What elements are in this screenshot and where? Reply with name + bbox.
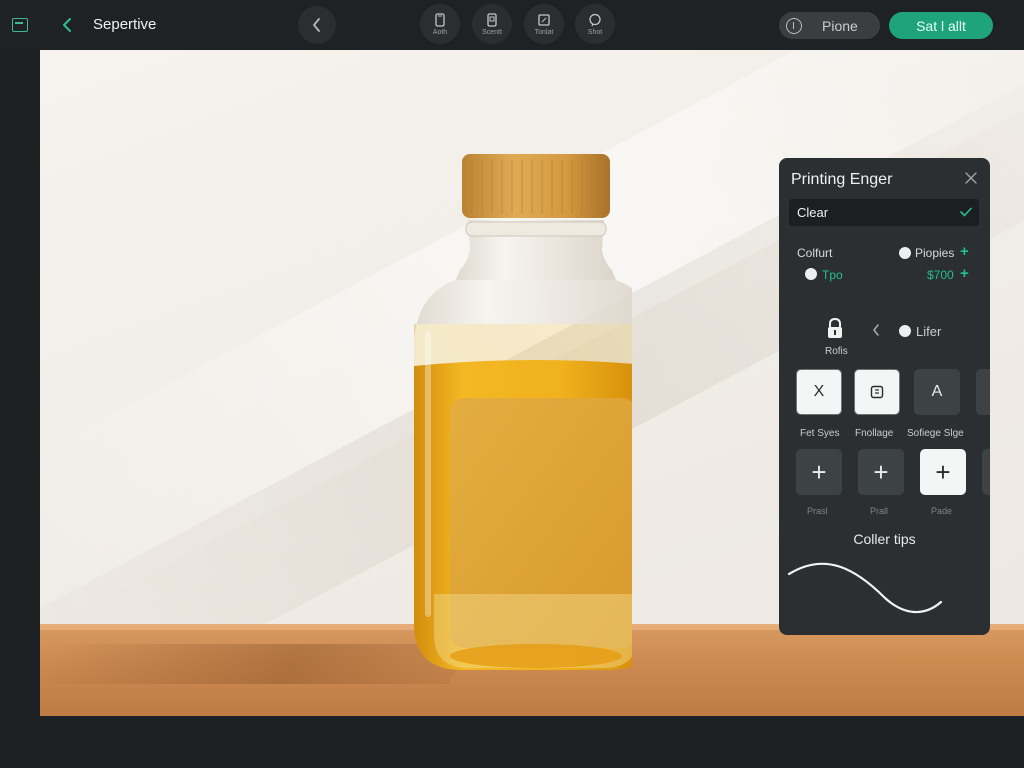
tile-glyph: A	[931, 383, 943, 400]
phone-icon	[435, 12, 445, 27]
tool-label: Aoth	[432, 28, 448, 36]
add-piopies-icon[interactable]: +	[960, 243, 969, 260]
plus-icon: +	[873, 456, 889, 487]
tile-label: Fnollage	[855, 428, 894, 439]
tile-sublabel: Pade	[931, 506, 953, 516]
tile-sofiege-slge[interactable]: A	[914, 369, 960, 415]
oil-bottle-image	[372, 154, 632, 674]
chevron-left-icon	[313, 18, 320, 32]
tile-overflow[interactable]	[976, 369, 990, 415]
radio-tpo[interactable]	[805, 268, 817, 280]
info-icon	[786, 17, 802, 34]
back-chevron-icon[interactable]	[60, 16, 76, 34]
curve-preview[interactable]	[785, 558, 945, 624]
phone-button[interactable]: Pione	[779, 12, 880, 39]
lock-label: Rofis	[825, 346, 848, 357]
chevron-left-icon[interactable]	[872, 324, 880, 336]
tool-label: Tonlat	[534, 28, 554, 36]
phone-button-label: Pione	[822, 17, 858, 34]
tile-sublabel: Prall	[870, 506, 889, 516]
add-prasl-button[interactable]: +	[796, 449, 842, 495]
tile-overflow[interactable]	[982, 449, 990, 495]
tool-label: Scentt	[482, 28, 502, 36]
tool-button-shot[interactable]: Shot	[575, 4, 615, 44]
radio-lifer-label: Lifer	[916, 324, 942, 339]
tool-button-tonlat[interactable]: Tonlat	[524, 4, 564, 44]
app-title: Sepertive	[93, 16, 157, 33]
add-pade-button[interactable]: +	[920, 449, 966, 495]
option-tpo-label: Tpo	[822, 268, 843, 282]
section-heading: Coller tips	[853, 531, 916, 547]
top-bar: Sepertive Aoth Scentt Tonlat Shot Pione …	[0, 0, 1024, 50]
select-value: Clear	[797, 205, 829, 220]
nav-back-button[interactable]	[298, 6, 336, 44]
tile-glyph: X	[813, 383, 825, 400]
tile-label: Fet Syes	[800, 428, 840, 439]
chat-bubble-icon	[589, 13, 601, 26]
tool-button-scentt[interactable]: Scentt	[472, 4, 512, 44]
tile-fet-syes[interactable]: X	[796, 369, 842, 415]
tool-button-aoth[interactable]: Aoth	[420, 4, 460, 44]
printing-panel: Printing Enger Clear Colfurt Tpo Piopies…	[779, 158, 990, 635]
radio-piopies[interactable]	[899, 247, 911, 259]
add-prall-button[interactable]: +	[858, 449, 904, 495]
radio-lifer[interactable]	[899, 325, 911, 337]
panel-title: Printing Enger	[791, 171, 893, 188]
option-price-label: $700	[927, 268, 954, 282]
tool-label: Shot	[587, 28, 603, 36]
app-window-icon[interactable]	[12, 18, 28, 32]
plus-icon: +	[935, 456, 951, 487]
page-layout-icon	[870, 385, 884, 399]
tile-label: Sofiege Slge	[907, 428, 964, 439]
add-price-icon[interactable]: +	[960, 265, 969, 282]
option-colfurt-label: Colfurt	[797, 246, 833, 260]
mobile-scan-icon	[487, 12, 497, 27]
check-icon	[960, 207, 972, 217]
plus-icon: +	[811, 456, 827, 487]
finish-select[interactable]: Clear	[789, 199, 979, 226]
tile-sublabel: Prasl	[807, 506, 828, 516]
frame-icon	[538, 13, 550, 26]
option-piopies-label: Piopies	[915, 246, 955, 260]
close-icon[interactable]	[964, 171, 978, 185]
lock-icon[interactable]	[825, 318, 845, 340]
tile-fnollage[interactable]	[854, 369, 900, 415]
primary-action-button[interactable]: Sat l allt	[889, 12, 993, 39]
